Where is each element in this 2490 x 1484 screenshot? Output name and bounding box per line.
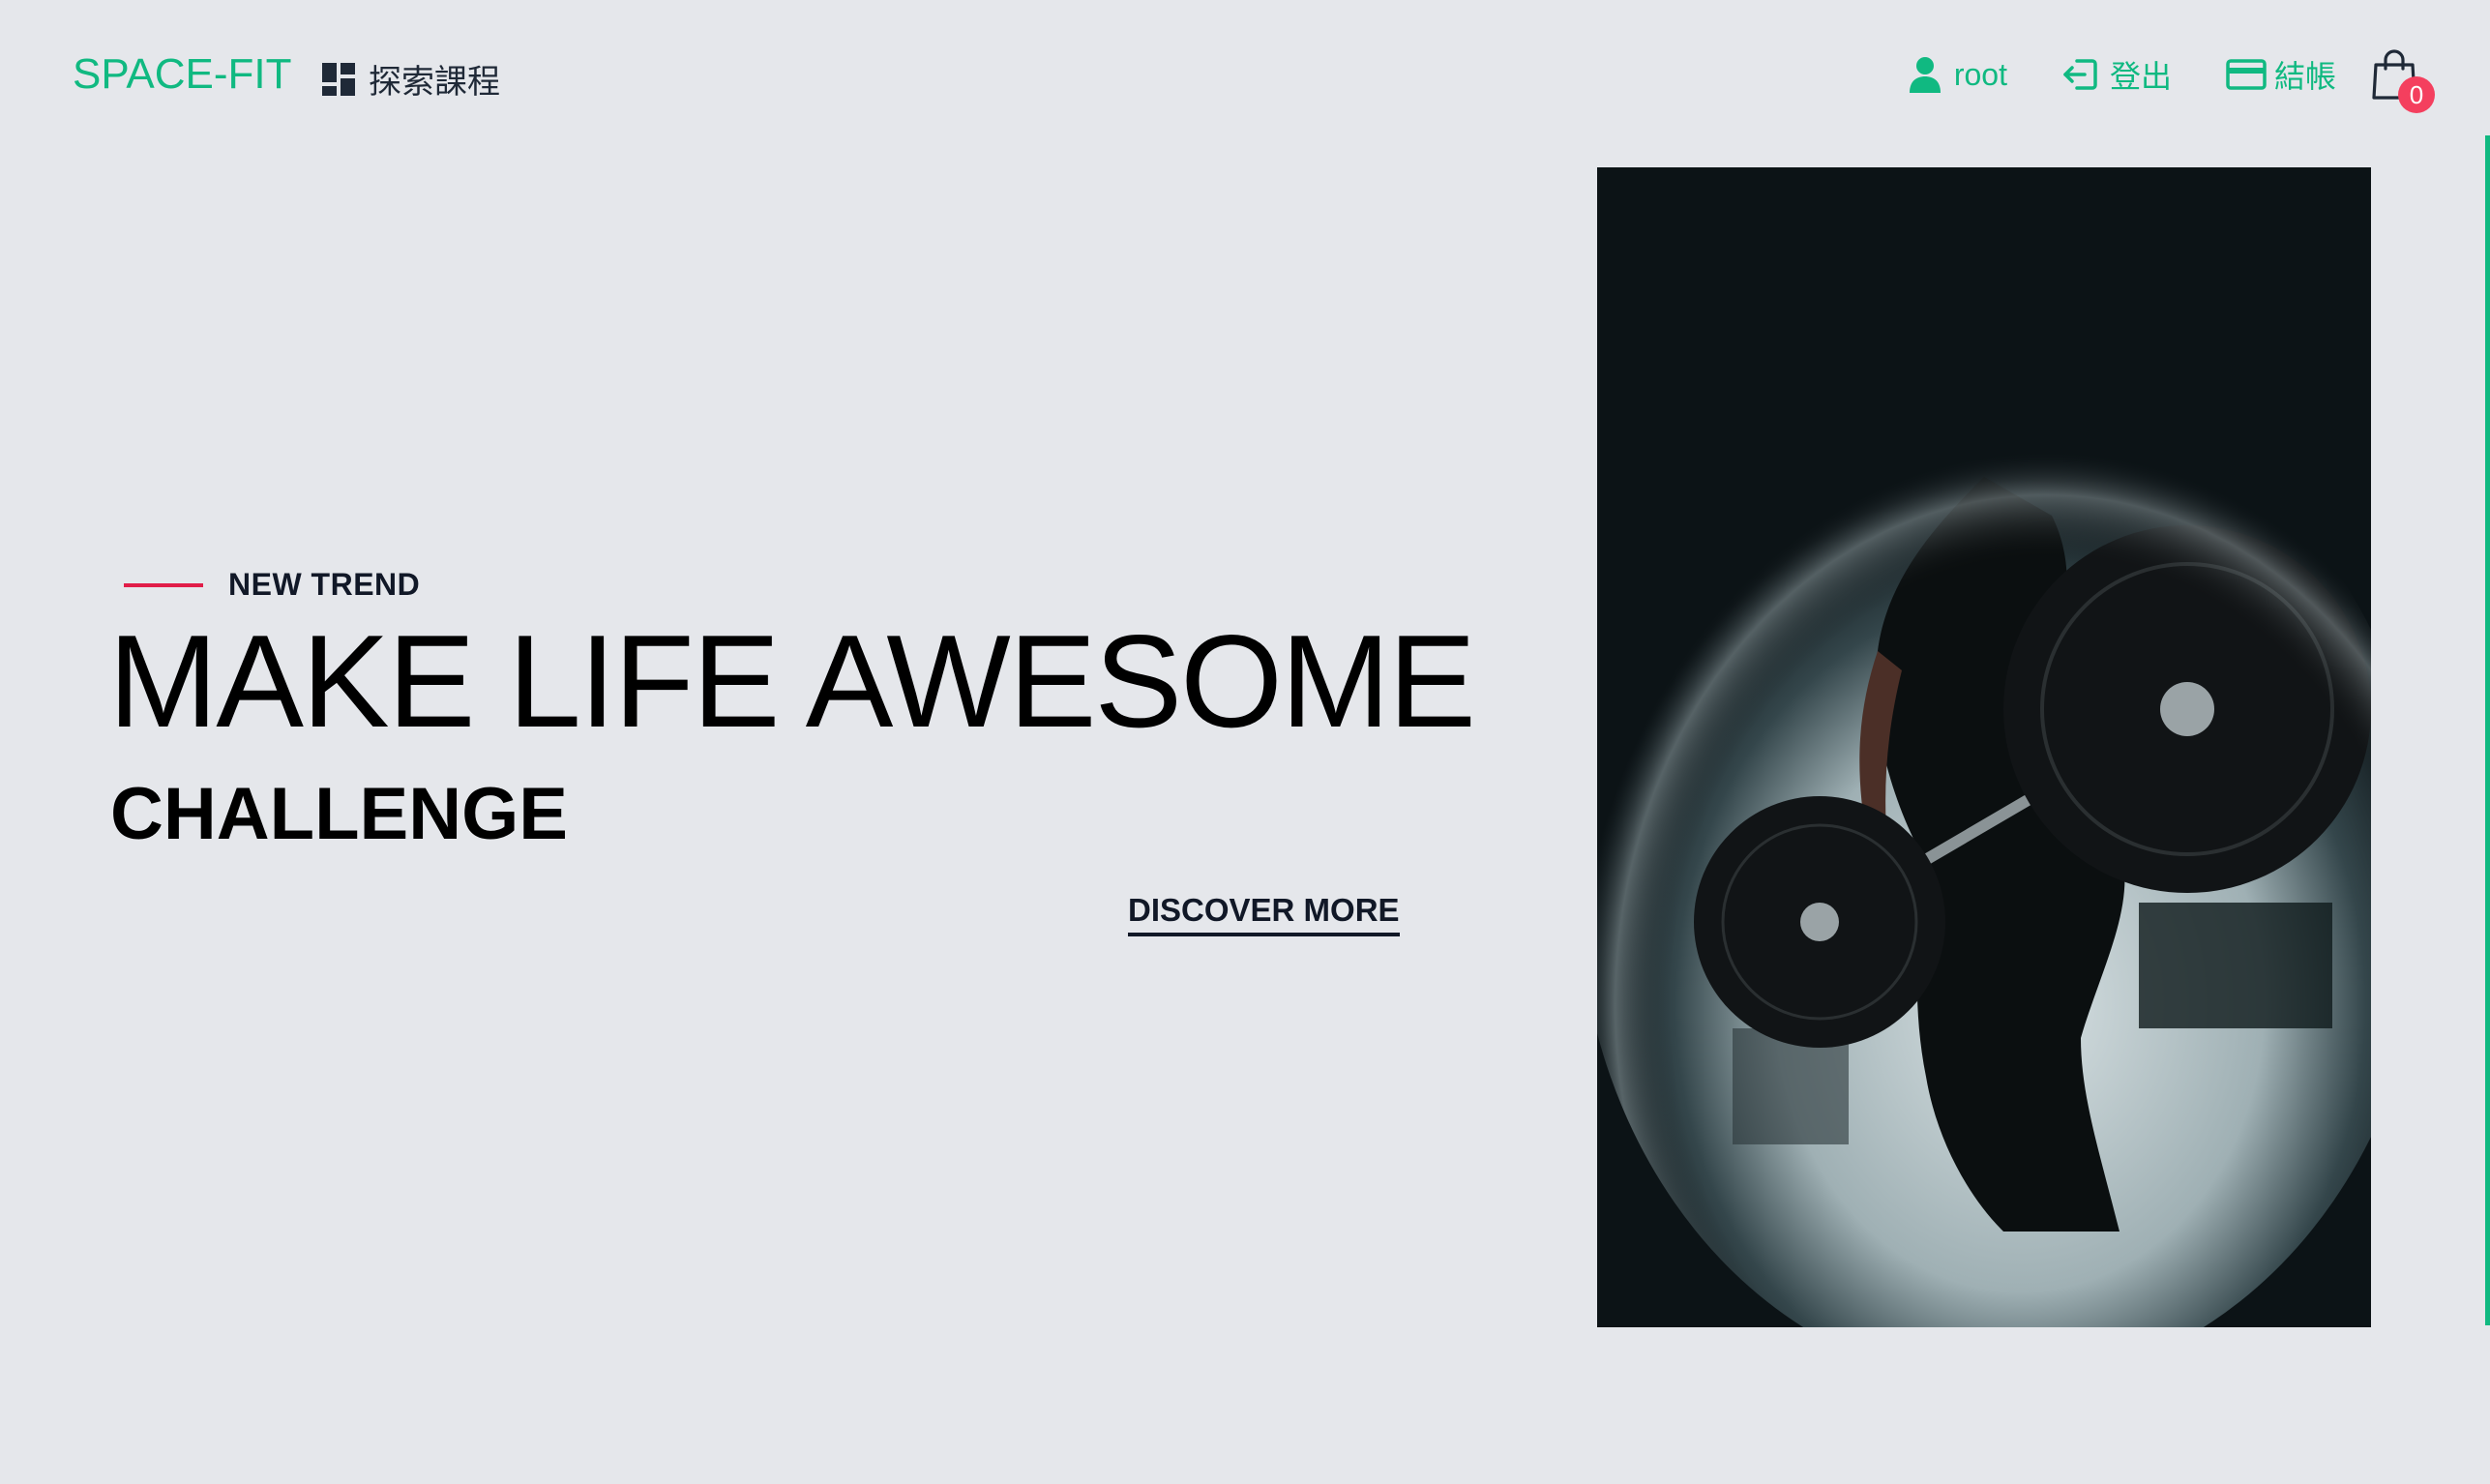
scroll-edge-accent <box>2485 135 2490 1325</box>
credit-card-icon <box>2226 55 2267 94</box>
nav-checkout[interactable]: 結帳 <box>2226 52 2336 97</box>
nav-logout-label: 登出 <box>2109 59 2172 94</box>
page: SPACE-FIT 探索課程 root 登出 結帳 0 NEW TREND MA… <box>0 0 2490 1484</box>
nav-checkout-label: 結帳 <box>2273 59 2336 94</box>
eyebrow-divider <box>124 582 203 587</box>
nav-user-label: root <box>1953 56 2007 92</box>
cart-button[interactable]: 0 <box>2371 49 2435 113</box>
eyebrow-text: NEW TREND <box>228 567 421 602</box>
hero-eyebrow: NEW TREND <box>124 567 420 603</box>
nav-right-group: root 登出 結帳 0 <box>1906 49 2435 113</box>
cart-count-badge: 0 <box>2398 76 2435 113</box>
hero-image <box>1597 167 2371 1327</box>
nav-explore-courses-label: 探索課程 <box>369 64 500 101</box>
user-icon <box>1906 55 1944 94</box>
discover-more-link[interactable]: DISCOVER MORE <box>1128 892 1400 936</box>
nav-logout[interactable]: 登出 <box>2061 52 2172 97</box>
hero-title: MAKE LIFE AWESOME <box>108 608 1476 755</box>
hero-subtitle: CHALLENGE <box>110 773 568 855</box>
nav-explore-courses[interactable]: 探索課程 <box>322 55 500 103</box>
nav-user[interactable]: root <box>1906 55 2007 94</box>
logout-icon <box>2061 55 2100 94</box>
dashboard-icon <box>322 62 355 96</box>
brand-logo[interactable]: SPACE-FIT <box>73 50 292 99</box>
